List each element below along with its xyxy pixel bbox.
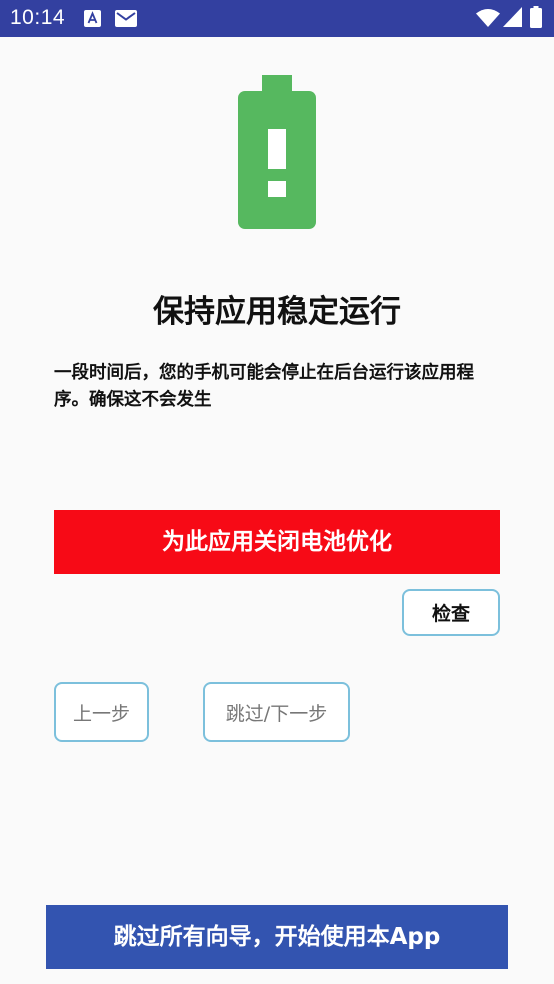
check-button[interactable]: 检查	[402, 589, 500, 636]
signal-icon	[503, 7, 522, 27]
battery-alert-icon	[238, 75, 316, 229]
battery-icon	[530, 6, 542, 28]
skip-next-button[interactable]: 跳过/下一步	[203, 682, 350, 742]
status-bar: 10:14	[0, 0, 554, 37]
page-title: 保持应用稳定运行	[153, 294, 401, 330]
translate-icon	[84, 10, 101, 27]
skip-all-wizard-button[interactable]: 跳过所有向导，开始使用本App	[46, 905, 508, 969]
description-text: 一段时间后，您的手机可能会停止在后台运行该应用程序。确保这不会发生	[54, 363, 474, 410]
previous-step-button[interactable]: 上一步	[54, 682, 149, 742]
mail-icon	[115, 10, 137, 27]
disable-battery-optimization-button[interactable]: 为此应用关闭电池优化	[54, 510, 500, 574]
status-time: 10:14	[10, 6, 66, 29]
wifi-icon	[476, 9, 500, 27]
